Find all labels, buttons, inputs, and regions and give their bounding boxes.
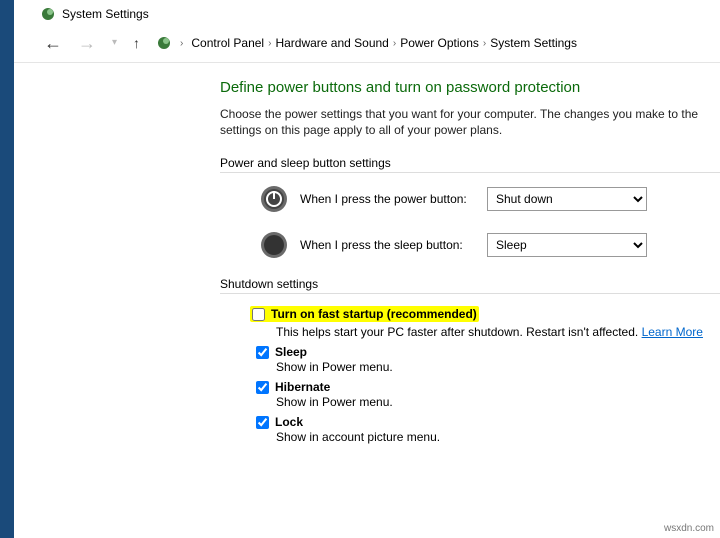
page-title: Define power buttons and turn on passwor… bbox=[220, 79, 720, 96]
breadcrumb: Control Panel › Hardware and Sound › Pow… bbox=[191, 36, 577, 50]
fast-startup-checkbox[interactable] bbox=[252, 308, 265, 321]
chevron-right-icon[interactable]: › bbox=[268, 38, 271, 49]
hibernate-option-label: Hibernate bbox=[275, 380, 330, 394]
left-accent-stripe bbox=[0, 0, 14, 538]
breadcrumb-power-options[interactable]: Power Options bbox=[400, 36, 479, 50]
sleep-option-label: Sleep bbox=[275, 345, 307, 359]
lock-checkbox[interactable] bbox=[256, 416, 269, 429]
navigation-bar: ← → ▾ ↑ › Control Panel › Hardware and S… bbox=[0, 28, 720, 63]
lock-row: Lock bbox=[256, 415, 720, 429]
lock-option-label: Lock bbox=[275, 415, 303, 429]
breadcrumb-control-panel[interactable]: Control Panel bbox=[191, 36, 264, 50]
hibernate-option-desc: Show in Power menu. bbox=[276, 395, 720, 409]
hibernate-row: Hibernate bbox=[256, 380, 720, 394]
recent-dropdown[interactable]: ▾ bbox=[108, 36, 121, 50]
fast-startup-label: Turn on fast startup (recommended) bbox=[271, 307, 477, 321]
power-button-row: When I press the power button: Shut down bbox=[260, 185, 720, 213]
shutdown-section-header: Shutdown settings bbox=[220, 277, 720, 294]
watermark: wsxdn.com bbox=[664, 523, 714, 534]
chevron-right-icon[interactable]: › bbox=[483, 38, 486, 49]
lock-option-desc: Show in account picture menu. bbox=[276, 430, 720, 444]
window-title: System Settings bbox=[62, 7, 149, 21]
sleep-button-row: When I press the sleep button: Sleep bbox=[260, 231, 720, 259]
title-bar: System Settings bbox=[0, 0, 720, 28]
learn-more-link[interactable]: Learn More bbox=[642, 325, 703, 339]
chevron-right-icon[interactable]: › bbox=[393, 38, 396, 49]
back-button[interactable]: ← bbox=[40, 32, 66, 54]
sleep-option-desc: Show in Power menu. bbox=[276, 360, 720, 374]
sleep-button-label: When I press the sleep button: bbox=[300, 238, 475, 252]
page-description: Choose the power settings that you want … bbox=[220, 106, 720, 138]
sleep-button-select[interactable]: Sleep bbox=[487, 233, 647, 257]
power-button-label: When I press the power button: bbox=[300, 192, 475, 206]
breadcrumb-system-settings[interactable]: System Settings bbox=[490, 36, 577, 50]
forward-button: → bbox=[74, 32, 100, 54]
sleep-icon bbox=[260, 231, 288, 259]
content-area: Define power buttons and turn on passwor… bbox=[0, 63, 720, 444]
power-options-icon bbox=[40, 6, 56, 22]
location-icon bbox=[156, 35, 172, 51]
hibernate-checkbox[interactable] bbox=[256, 381, 269, 394]
power-icon bbox=[260, 185, 288, 213]
up-button[interactable]: ↑ bbox=[129, 34, 144, 52]
sleep-row: Sleep bbox=[256, 345, 720, 359]
chevron-right-icon[interactable]: › bbox=[180, 38, 183, 49]
power-button-select[interactable]: Shut down bbox=[487, 187, 647, 211]
power-sleep-section-header: Power and sleep button settings bbox=[220, 156, 720, 173]
fast-startup-row: Turn on fast startup (recommended) bbox=[250, 306, 720, 324]
breadcrumb-hardware-sound[interactable]: Hardware and Sound bbox=[275, 36, 388, 50]
fast-startup-desc: This helps start your PC faster after sh… bbox=[276, 325, 720, 339]
sleep-checkbox[interactable] bbox=[256, 346, 269, 359]
